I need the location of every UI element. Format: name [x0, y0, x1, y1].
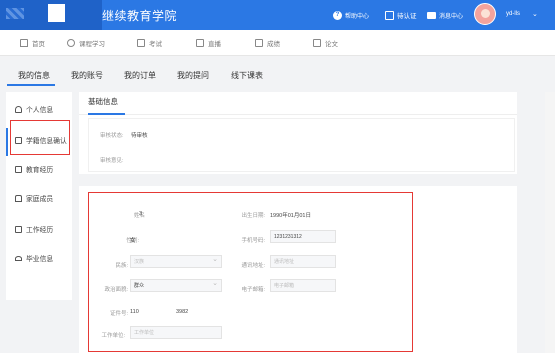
address-input[interactable]: 通讯地址	[270, 255, 336, 268]
birth-date-label: 出生日期:	[241, 213, 265, 219]
home-icon	[20, 39, 28, 47]
grade-icon	[255, 39, 263, 47]
nav-courses-label: 课程学习	[79, 41, 105, 48]
sidebar-item-label: 毕业信息	[26, 256, 54, 263]
nav-grades-label: 成绩	[267, 41, 280, 48]
verify-label: 待认证	[397, 13, 417, 20]
nav-live-label: 直播	[208, 41, 221, 48]
id-card-icon	[385, 10, 394, 20]
ethnic-placeholder: 汉族	[134, 259, 145, 265]
logo	[0, 0, 102, 30]
chevron-down-icon[interactable]: ⌄	[532, 10, 538, 18]
sidebar-item-label: 家庭成员	[26, 196, 54, 203]
nav-paper[interactable]: 论文	[313, 30, 338, 56]
tab-bar: 我的信息 我的账号 我的订单 我的提问 线下课表	[0, 63, 555, 86]
tab-my-questions[interactable]: 我的提问	[177, 70, 209, 81]
briefcase-icon	[15, 225, 22, 233]
nav-home-label: 首页	[32, 41, 45, 48]
political-value: 群众	[134, 283, 145, 289]
gender-value: 女	[130, 238, 136, 244]
section-gap	[79, 174, 517, 186]
email-placeholder: 电子邮箱	[274, 283, 295, 289]
review-status-card	[88, 118, 515, 172]
section-title-underline	[88, 113, 125, 115]
political-select[interactable]: 群众	[130, 279, 222, 292]
tab-offline-schedule[interactable]: 线下课表	[231, 70, 263, 81]
id-number-value: 110	[130, 309, 139, 315]
help-center-link[interactable]: ? 帮助中心	[333, 10, 370, 20]
tab-my-account[interactable]: 我的账号	[71, 70, 103, 81]
name-value: 3	[139, 211, 143, 217]
nav-exam-label: 考试	[149, 41, 162, 48]
sidebar-item-education[interactable]: 教育经历	[6, 162, 72, 176]
mail-icon	[427, 11, 436, 19]
sidebar: 个人信息 学籍信息确认 教育经历 家庭成员 工作经历 毕业信息	[6, 92, 72, 300]
ethnic-label: 民族:	[115, 263, 128, 269]
nav-live[interactable]: 直播	[196, 30, 221, 56]
scrollbar[interactable]	[545, 92, 555, 353]
nav-grades[interactable]: 成绩	[255, 30, 280, 56]
book-icon	[15, 165, 22, 173]
message-center-label: 消息中心	[439, 13, 464, 20]
main-nav: 首页 课程学习 考试 直播 成绩 论文	[0, 30, 555, 56]
political-label: 政治面貌:	[104, 287, 128, 293]
sidebar-item-graduation[interactable]: 毕业信息	[6, 251, 72, 265]
logo-redacted-mark	[6, 8, 24, 19]
house-icon	[15, 194, 22, 202]
nav-home[interactable]: 首页	[20, 30, 45, 56]
sidebar-item-label: 学籍信息确认	[26, 138, 67, 145]
phone-input[interactable]: 1231231312	[270, 230, 336, 243]
sidebar-item-family[interactable]: 家庭成员	[6, 191, 72, 205]
sidebar-item-label: 个人信息	[26, 107, 54, 114]
nav-courses[interactable]: 课程学习	[67, 30, 105, 56]
ethnic-select[interactable]: 汉族	[130, 255, 222, 268]
help-center-label: 帮助中心	[345, 13, 370, 20]
work-unit-placeholder: 工作单位	[134, 330, 155, 336]
email-label: 电子邮箱:	[241, 287, 265, 293]
email-input[interactable]: 电子邮箱	[270, 279, 336, 292]
sidebar-item-label: 工作经历	[26, 227, 54, 234]
section-divider	[79, 114, 517, 115]
active-sidebar-indicator	[6, 128, 8, 156]
person-icon	[15, 105, 22, 113]
tab-my-orders[interactable]: 我的订单	[124, 70, 156, 81]
id-number-label: 证件号:	[109, 311, 128, 317]
logo-white-block	[48, 4, 65, 22]
sidebar-item-work[interactable]: 工作经历	[6, 222, 72, 236]
section-title: 基础信息	[88, 97, 118, 106]
avatar[interactable]	[474, 3, 496, 25]
verify-link[interactable]: 待认证	[385, 10, 417, 20]
birth-date-value: 1990年01月01日	[270, 213, 311, 219]
message-center-link[interactable]: 消息中心	[427, 11, 463, 20]
top-bar: 继续教育学院 ? 帮助中心 待认证 消息中心 yd-lls ⌄	[0, 0, 555, 30]
tab-my-info[interactable]: 我的信息	[18, 70, 50, 81]
graduation-cap-icon	[15, 255, 22, 261]
review-status-label: 审核状态:	[100, 133, 124, 139]
document-icon	[137, 39, 145, 47]
sidebar-item-label: 教育经历	[26, 167, 54, 174]
id-number-suffix: 3982	[176, 309, 189, 315]
work-unit-input[interactable]: 工作单位	[130, 326, 222, 339]
address-label: 通讯地址:	[241, 263, 265, 269]
paper-icon	[313, 39, 321, 47]
phone-label: 手机号码:	[241, 238, 265, 244]
monitor-icon	[196, 39, 204, 47]
nav-paper-label: 论文	[325, 41, 338, 48]
review-opinion-label: 审核意见:	[100, 158, 124, 164]
active-tab-indicator	[7, 84, 55, 86]
sidebar-item-personal-info[interactable]: 个人信息	[6, 102, 72, 116]
address-placeholder: 通讯地址	[274, 259, 295, 265]
nav-exam[interactable]: 考试	[137, 30, 162, 56]
review-status-value: 待审核	[131, 133, 148, 139]
help-icon: ?	[333, 10, 342, 20]
name-label: 姓名	[133, 213, 145, 219]
username[interactable]: yd-lls	[506, 11, 520, 17]
sidebar-item-enrollment-confirm[interactable]: 学籍信息确认	[6, 133, 72, 147]
brand-title: 继续教育学院	[102, 9, 178, 23]
work-unit-label: 工作单位:	[101, 333, 125, 339]
folder-icon	[15, 136, 22, 144]
user-card-icon	[67, 39, 75, 47]
phone-value: 1231231312	[274, 233, 302, 240]
